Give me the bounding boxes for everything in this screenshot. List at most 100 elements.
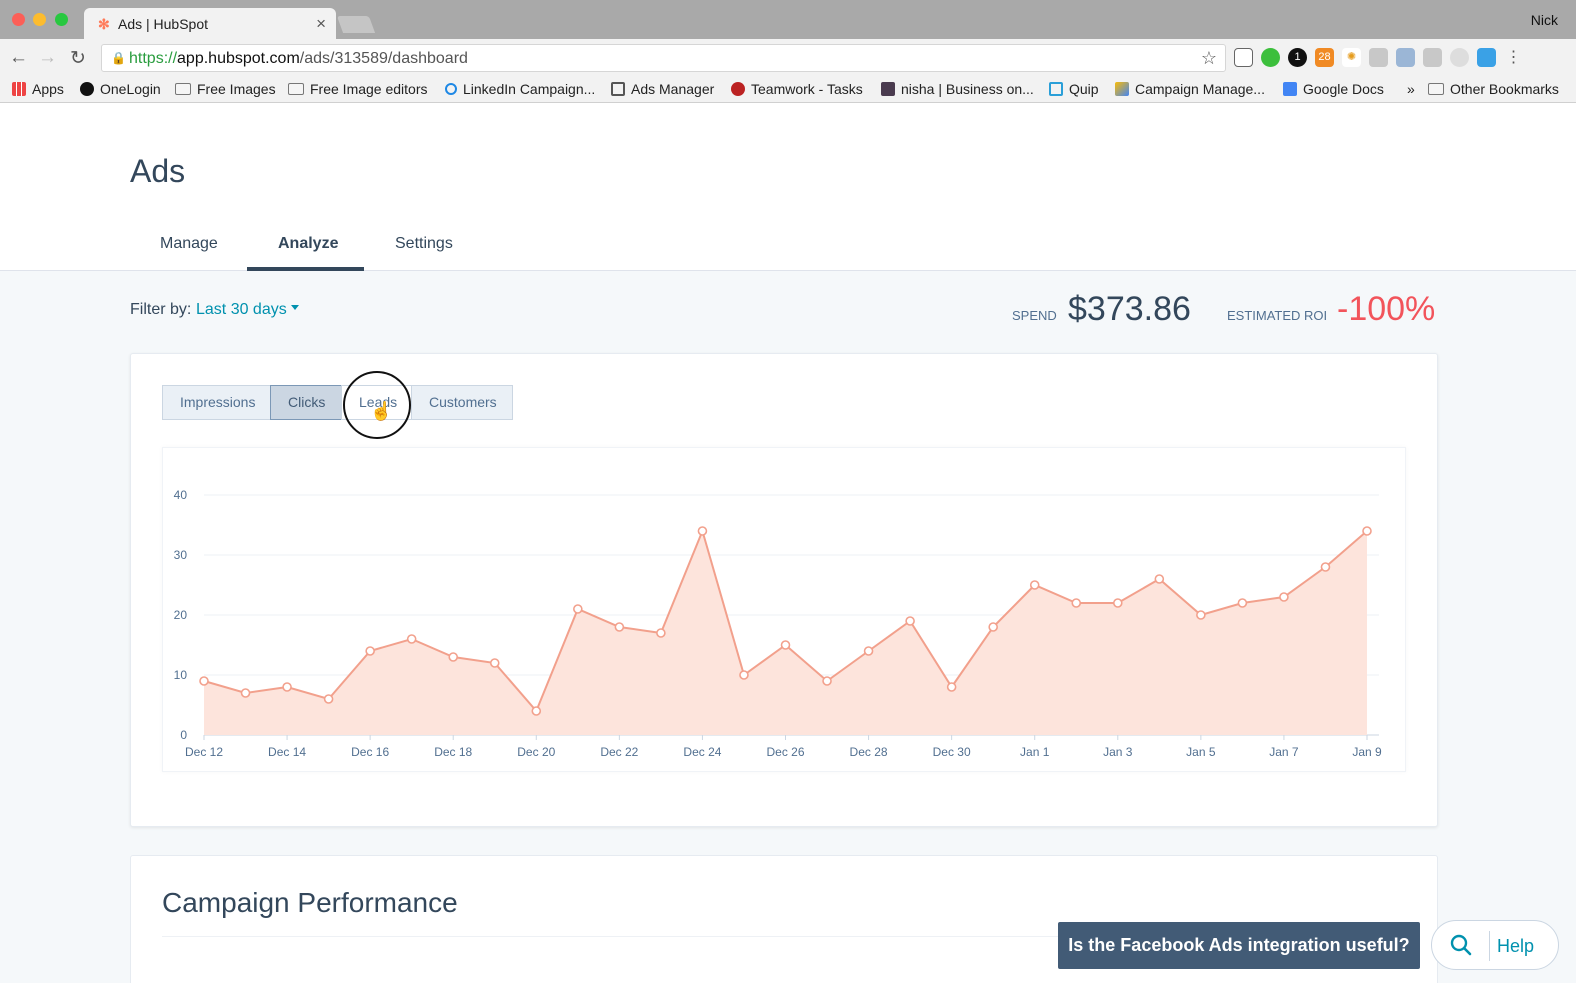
bookmark-free-images[interactable]: Free Images — [175, 81, 276, 97]
bookmark-google-docs[interactable]: Google Docs — [1283, 81, 1384, 97]
r-extension-icon[interactable] — [1423, 48, 1442, 67]
bookmark-other-bookmarks[interactable]: Other Bookmarks — [1428, 81, 1559, 97]
url-text[interactable]: https://app.hubspot.com/ads/313589/dashb… — [129, 50, 468, 68]
url-path: /ads/313589/dashboard — [299, 50, 468, 67]
data-point — [739, 670, 749, 680]
bookmark-onelogin[interactable]: OneLogin — [80, 81, 161, 97]
bookmark-nisha[interactable]: nisha | Business on... — [881, 81, 1034, 97]
data-point — [199, 676, 209, 686]
data-point — [573, 604, 583, 614]
x-tick-label: Jan 1 — [1020, 745, 1050, 759]
browser-toolbar: ← → ↻ 🔒 https://app.hubspot.com/ads/3135… — [0, 39, 1576, 77]
bookmark-label: LinkedIn Campaign... — [463, 81, 596, 97]
folder-icon — [1428, 83, 1444, 95]
area-fill — [204, 531, 1367, 735]
y-tick-label: 10 — [174, 668, 188, 682]
bookmark-ads-manager[interactable]: Ads Manager — [611, 81, 714, 97]
help-widget[interactable]: Help — [1431, 920, 1559, 970]
google-docs-icon — [1283, 82, 1297, 96]
y-tick-label: 30 — [174, 548, 188, 562]
bookmark-label: Quip — [1069, 81, 1099, 97]
bookmark-label: Ads Manager — [631, 81, 715, 97]
bookmark-apps[interactable]: Apps — [12, 81, 64, 97]
caret-down-icon[interactable] — [291, 305, 299, 310]
data-point — [905, 616, 915, 626]
estimated-roi-label: ESTIMATED ROI — [1227, 308, 1328, 323]
metric-tab-customers[interactable]: Customers — [411, 385, 513, 420]
y-tick-label: 40 — [174, 488, 188, 502]
bookmark-linkedin-campaign[interactable]: LinkedIn Campaign... — [445, 81, 595, 97]
bookmarks-overflow-chevron-icon[interactable]: » — [1407, 81, 1415, 97]
x-tick-label: Jan 7 — [1269, 745, 1299, 759]
smiley-extension-icon[interactable] — [1450, 48, 1469, 67]
url-scheme: https:// — [129, 50, 178, 67]
bookmark-quip[interactable]: Quip — [1049, 81, 1099, 97]
bookmark-label: Google Docs — [1303, 81, 1384, 97]
x-tick-label: Dec 20 — [517, 745, 555, 759]
x-tick-label: Jan 9 — [1352, 745, 1382, 759]
browser-user-name[interactable]: Nick — [1531, 12, 1558, 28]
data-point — [531, 706, 542, 716]
y-tick-label: 20 — [174, 608, 188, 622]
bookmark-teamwork[interactable]: Teamwork - Tasks — [731, 81, 863, 97]
bookmark-label: nisha | Business on... — [901, 81, 1034, 97]
twitter-extension-icon[interactable] — [1477, 48, 1496, 67]
linkedin-icon — [445, 83, 457, 95]
back-arrow-icon[interactable]: ← — [9, 47, 28, 69]
browser-titlebar: ✻ Ads | HubSpot × Nick — [0, 0, 1576, 39]
browser-tab[interactable]: ✻ Ads | HubSpot × — [84, 8, 336, 39]
ads-manager-icon — [611, 82, 625, 96]
x-tick-label: Dec 16 — [351, 745, 389, 759]
x-tick-label: Dec 18 — [434, 745, 472, 759]
x-tick-label: Jan 3 — [1103, 745, 1133, 759]
feedback-prompt-button[interactable]: Is the Facebook Ads integration useful? — [1058, 922, 1420, 969]
tab-close-icon[interactable]: × — [316, 14, 326, 34]
x-tick-label: Dec 14 — [268, 745, 306, 759]
bookmarks-bar: Apps OneLogin Free Images Free Image edi… — [0, 77, 1576, 103]
teamwork-icon — [731, 82, 745, 96]
tab-title: Ads | HubSpot — [118, 16, 209, 32]
tab-manage[interactable]: Manage — [160, 235, 218, 253]
campaign-performance-title: Campaign Performance — [162, 887, 458, 918]
search-icon[interactable] — [1450, 934, 1472, 956]
bookmark-label: Other Bookmarks — [1450, 81, 1559, 97]
adwords-icon — [1115, 82, 1129, 96]
bookmark-campaign-manager[interactable]: Campaign Manage... — [1115, 81, 1265, 97]
forward-arrow-icon[interactable]: → — [38, 47, 57, 69]
clicks-chart: 0 10 20 30 40 Dec 12 Dec 14 Dec 16 Dec 18 Dec 20 D… — [162, 447, 1406, 772]
calendar-extension-icon[interactable]: 28 — [1315, 48, 1334, 67]
page-title: Ads — [130, 153, 186, 189]
data-point — [1320, 562, 1331, 572]
bookmark-label: Apps — [32, 81, 64, 97]
window-extension-icon[interactable] — [1396, 48, 1415, 67]
spend-label: SPEND — [1012, 308, 1057, 323]
bookmark-star-icon[interactable]: ☆ — [1201, 48, 1217, 69]
date-range-filter-dropdown[interactable]: Last 30 days — [196, 301, 287, 319]
x-tick-label: Dec 30 — [933, 745, 971, 759]
metric-tab-impressions[interactable]: Impressions — [162, 385, 271, 420]
onepassword-extension-icon[interactable]: 1 — [1288, 48, 1307, 67]
menu-icon[interactable]: ⋮ — [1504, 48, 1523, 67]
metric-tab-clicks[interactable]: Clicks — [270, 385, 342, 420]
code-extension-icon[interactable] — [1369, 48, 1388, 67]
window-minimize-button[interactable] — [33, 13, 46, 26]
x-tick-label: Dec 12 — [185, 745, 223, 759]
help-button[interactable]: Help — [1497, 936, 1534, 957]
evernote-extension-icon[interactable] — [1261, 48, 1280, 67]
new-tab-button[interactable] — [336, 16, 376, 33]
tab-analyze[interactable]: Analyze — [278, 235, 338, 253]
bookmark-free-image-editors[interactable]: Free Image editors — [288, 81, 428, 97]
tab-settings[interactable]: Settings — [395, 235, 453, 253]
window-maximize-button[interactable] — [55, 13, 68, 26]
cast-icon[interactable] — [1234, 48, 1253, 67]
sun-extension-icon[interactable]: ✺ — [1342, 48, 1361, 67]
slack-hash-icon — [881, 82, 895, 96]
data-point — [863, 646, 874, 656]
reload-icon[interactable]: ↻ — [70, 47, 86, 70]
folder-icon — [288, 83, 304, 95]
data-point — [240, 688, 251, 698]
data-point — [1154, 574, 1165, 584]
url-host: app.hubspot.com — [177, 50, 300, 67]
address-bar[interactable]: 🔒 https://app.hubspot.com/ads/313589/das… — [101, 44, 1226, 72]
window-close-button[interactable] — [12, 13, 25, 26]
